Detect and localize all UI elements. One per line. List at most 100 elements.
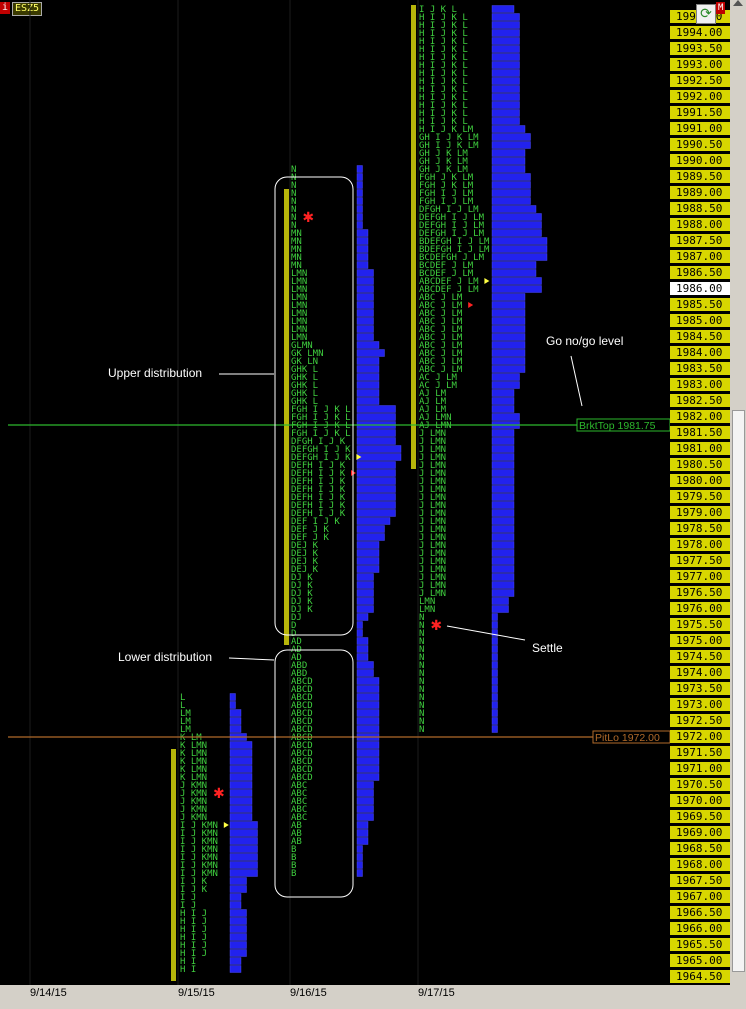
histogram-bar: [491, 109, 520, 117]
histogram-bar: [491, 165, 526, 173]
price-tick-label: 1965.00: [670, 954, 730, 967]
histogram-bar: [491, 37, 520, 45]
histogram-bar: [356, 677, 380, 685]
histogram-bar: [229, 901, 242, 909]
histogram-bar: [356, 525, 385, 533]
histogram-bar: [356, 757, 380, 765]
price-tick-label: 1976.00: [670, 602, 730, 615]
price-tick-label: 1971.00: [670, 762, 730, 775]
histogram-bar: [491, 189, 531, 197]
upper-distribution-label: Upper distribution: [108, 366, 203, 380]
histogram-bar: [356, 709, 380, 717]
tpo-row: H I: [180, 965, 196, 975]
price-tick-label: 1979.00: [670, 506, 730, 519]
histogram-bar: [491, 181, 531, 189]
price-tick-label: 1979.50: [670, 490, 730, 503]
price-tick-label: 1978.50: [670, 522, 730, 535]
histogram-bar: [491, 653, 498, 661]
profile-chart[interactable]: i ESZ5 L L LM LM LM K LM K LMN K LMN K LMN K LMN K…: [0, 0, 670, 985]
price-tick-label: 1989.00: [670, 186, 730, 199]
histogram-bar: [491, 261, 537, 269]
scroll-corner: [730, 985, 746, 1009]
histogram-bar: [491, 365, 526, 373]
histogram-bar: [491, 301, 526, 309]
price-tick-label: 1969.50: [670, 810, 730, 823]
histogram-bar: [356, 661, 374, 669]
histogram-bar: [491, 53, 520, 61]
histogram-bar: [356, 237, 369, 245]
histogram-bar: [229, 749, 253, 757]
date-label: 9/16/15: [290, 987, 327, 999]
histogram-bar: [229, 813, 253, 821]
histogram-bar: [491, 453, 515, 461]
histogram-bar: [229, 805, 253, 813]
scroll-up-icon[interactable]: [733, 0, 743, 6]
histogram-bar: [491, 357, 526, 365]
histogram-bar: [229, 773, 253, 781]
histogram-bar: [491, 269, 537, 277]
price-tick-label: 1981.50: [670, 426, 730, 439]
settle-star-icon: ✱: [302, 210, 314, 226]
mode-tag[interactable]: M: [716, 2, 726, 14]
tpo-row: B: [291, 869, 296, 879]
histogram-bar: [491, 349, 526, 357]
histogram-bar: [356, 781, 374, 789]
price-tick-label: 1980.00: [670, 474, 730, 487]
date-label: 9/17/15: [418, 987, 455, 999]
price-tick-label: 1967.50: [670, 874, 730, 887]
histogram-bar: [229, 837, 258, 845]
price-axis[interactable]: 1994.501994.001993.501993.001992.501992.…: [670, 0, 730, 985]
refresh-icon[interactable]: ⟳: [696, 4, 716, 24]
price-tick-label: 1972.00: [670, 730, 730, 743]
histogram-bar: [491, 677, 498, 685]
lower-distribution-label: Lower distribution: [118, 650, 213, 664]
lower-callout-line: [228, 657, 275, 661]
histogram-bar: [491, 629, 498, 637]
price-tick-label: 1983.50: [670, 362, 730, 375]
histogram-bar: [491, 373, 520, 381]
profile-svg: LLLMLMLMK LMK LMNK LMNK LMNK LMNK LMNJ K…: [8, 0, 670, 985]
histogram-bar: [491, 541, 515, 549]
histogram-bar: [356, 317, 374, 325]
histogram-bar: [229, 725, 242, 733]
histogram-bar: [229, 789, 253, 797]
histogram-bar: [491, 13, 520, 21]
price-tick-label: 1991.50: [670, 106, 730, 119]
date-label: 9/15/15: [178, 987, 215, 999]
price-tick-label: 1972.50: [670, 714, 730, 727]
scroll-thumb[interactable]: [732, 410, 745, 972]
price-tick-label: 1970.50: [670, 778, 730, 791]
histogram-bar: [491, 469, 515, 477]
histogram-bar: [356, 541, 380, 549]
histogram-bar: [356, 749, 380, 757]
price-tick-label: 1976.50: [670, 586, 730, 599]
settle-callout-line: [446, 625, 526, 641]
date-axis[interactable]: 9/14/15 9/15/15 9/16/15 9/17/15: [0, 985, 730, 1009]
tpo-row: N: [419, 725, 424, 735]
price-tick-label: 1977.00: [670, 570, 730, 583]
histogram-bar: [356, 653, 369, 661]
histogram-bar: [356, 261, 369, 269]
price-tick-label: 1981.00: [670, 442, 730, 455]
histogram-bar: [356, 629, 363, 637]
histogram-bar: [356, 533, 385, 541]
histogram-bar: [356, 197, 363, 205]
histogram-bar: [356, 717, 380, 725]
histogram-bar: [356, 837, 369, 845]
date-label: 9/14/15: [30, 987, 67, 999]
histogram-bar: [356, 789, 374, 797]
histogram-bar: [491, 69, 520, 77]
histogram-bar: [491, 237, 548, 245]
histogram-bar: [491, 61, 520, 69]
histogram-bar: [356, 325, 374, 333]
histogram-bar: [491, 141, 531, 149]
histogram-bar: [491, 213, 542, 221]
histogram-bar: [356, 813, 374, 821]
histogram-bar: [356, 501, 396, 509]
histogram-bar: [356, 205, 363, 213]
price-tick-label: 1986.50: [670, 266, 730, 279]
vertical-scrollbar[interactable]: [730, 0, 746, 985]
histogram-bar: [491, 317, 526, 325]
histogram-bar: [491, 157, 526, 165]
histogram-bar: [356, 549, 380, 557]
